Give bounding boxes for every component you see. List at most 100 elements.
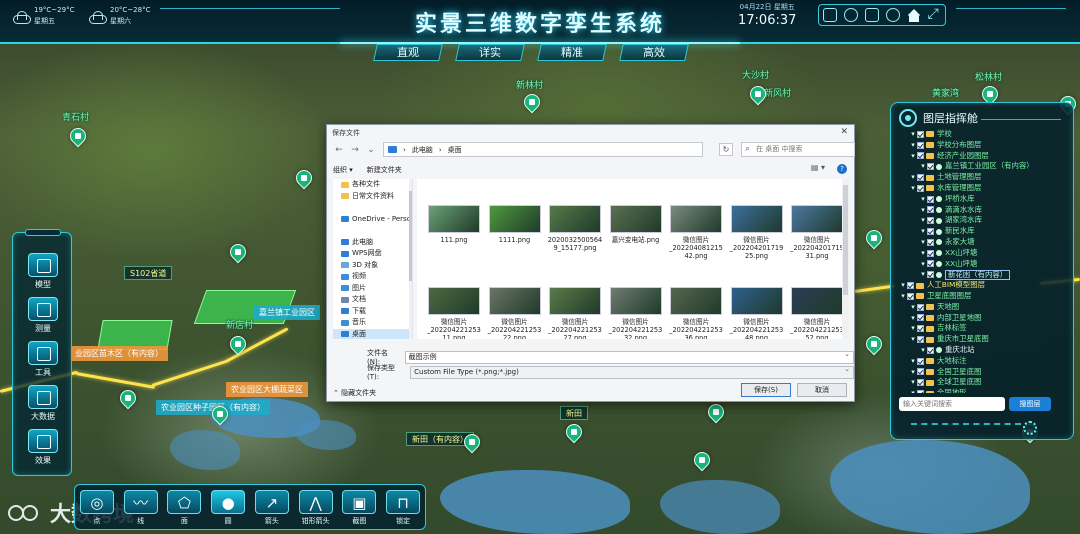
expand-toggle-icon[interactable]: ▾ <box>899 280 907 291</box>
village-marker-icon[interactable] <box>66 124 90 148</box>
layer-tree-item[interactable]: ▾ 学校 <box>899 129 1069 140</box>
nav-item[interactable]: 音乐 <box>333 317 412 329</box>
map-label[interactable]: 新田 <box>560 406 588 420</box>
nav-item[interactable]: 视频 <box>333 271 412 283</box>
layer-tree-item[interactable]: ▾ 土地管理图层 <box>899 172 1069 183</box>
nav-item[interactable]: 3D 对象 <box>333 260 412 272</box>
file-item[interactable]: 微信图片 _202204221253 27.png <box>546 287 604 339</box>
nav-scrollbar[interactable] <box>409 179 412 339</box>
layer-tree-item[interactable]: ▾ 天地图 <box>899 302 1069 313</box>
expand-toggle-icon[interactable]: ▾ <box>909 129 917 140</box>
address-path[interactable]: › 此电脑 › 桌面 <box>383 142 703 157</box>
layer-checkbox[interactable] <box>907 292 914 300</box>
expand-toggle-icon[interactable]: ▾ <box>909 367 917 378</box>
forward-arrow-icon[interactable]: → <box>349 145 361 155</box>
layer-tree-item[interactable]: ▾ 全球卫星底图 <box>899 377 1069 388</box>
layer-tree-item[interactable]: ▾ XX山坪塘 <box>899 248 1069 259</box>
layer-checkbox[interactable] <box>917 152 924 160</box>
layer-checkbox[interactable] <box>917 141 924 149</box>
layer-tree-item[interactable]: ▾ 人工BIM模型图层 <box>899 280 1069 291</box>
greenhouse-label[interactable]: 农业园区大棚蔬菜区 <box>226 382 308 397</box>
layer-tree-item[interactable]: ▾ 内部卫星地图 <box>899 313 1069 324</box>
nav-item[interactable] <box>333 225 412 237</box>
expand-toggle-icon[interactable]: ▾ <box>919 237 927 248</box>
layer-checkbox[interactable] <box>927 217 934 225</box>
expand-toggle-icon[interactable]: ▾ <box>919 215 927 226</box>
village-marker-icon[interactable] <box>116 386 140 410</box>
effects-button[interactable]: 效果 <box>21 429 65 466</box>
file-item[interactable]: 微信图片 _202204221253 48.png <box>728 287 786 339</box>
layer-tree-item[interactable]: ▾ 新民水库 <box>899 226 1069 237</box>
back-arrow-icon[interactable]: ← <box>333 145 345 155</box>
expand-toggle-icon[interactable]: ▾ <box>909 302 917 313</box>
tab-detailed[interactable]: 详实 <box>455 44 525 61</box>
draw-pincer-arrow-button[interactable]: ⋀ 钳形箭头 <box>297 490 335 526</box>
file-item[interactable]: 微信图片 _202204221253 36.png <box>667 287 725 339</box>
expand-toggle-icon[interactable]: ▾ <box>909 334 917 345</box>
expand-toggle-icon[interactable]: ▾ <box>919 161 927 172</box>
expand-toggle-icon[interactable]: ▾ <box>909 313 917 324</box>
layer-tree-item[interactable]: ▾ 全国地形 <box>899 388 1069 393</box>
layer-tree-item[interactable]: ▾ 湖家湾水库 <box>899 215 1069 226</box>
expand-toggle-icon[interactable]: ▾ <box>919 248 927 259</box>
gear-icon[interactable] <box>1023 421 1037 435</box>
layer-checkbox[interactable] <box>927 195 934 203</box>
layers-icon[interactable] <box>885 8 900 22</box>
location-icon[interactable] <box>864 8 879 22</box>
layer-checkbox[interactable] <box>917 357 924 365</box>
expand-toggle-icon[interactable]: ▾ <box>909 323 917 334</box>
refresh-icon[interactable]: ↻ <box>719 143 733 156</box>
expand-toggle-icon[interactable]: ▾ <box>919 194 927 205</box>
layer-checkbox[interactable] <box>917 336 924 344</box>
filetype-select[interactable]: Custom File Type (*.png;*.jpg) <box>410 364 854 379</box>
breadcrumb-item[interactable]: 桌面 <box>448 145 462 155</box>
layer-checkbox[interactable] <box>917 379 924 387</box>
layer-tree-item[interactable]: ▾ 经济产业园图层 <box>899 151 1069 162</box>
layer-tree-item[interactable]: ▾ 永家大塘 <box>899 237 1069 248</box>
layer-tree-item[interactable]: ▾ 嘉兰镇工业园区（有内容） <box>899 161 1069 172</box>
nursery-label[interactable]: 业园区苗木区（有内容） <box>70 346 168 361</box>
nav-item[interactable]: 下载 <box>333 306 412 318</box>
folder-search-input[interactable]: 在 桌面 中搜索 <box>741 142 855 157</box>
shield-icon[interactable] <box>822 8 837 22</box>
industrial-park-label[interactable]: 嘉兰镇工业园区 <box>254 305 320 320</box>
new-folder-button[interactable]: 新建文件夹 <box>367 165 402 175</box>
nav-item[interactable]: 图片 <box>333 283 412 295</box>
expand-toggle-icon[interactable]: ▾ <box>909 356 917 367</box>
breadcrumb-item[interactable]: 此电脑 <box>412 145 433 155</box>
draw-polygon-button[interactable]: ⬠ 面 <box>165 490 203 526</box>
file-item[interactable]: 111.png <box>425 205 483 244</box>
layer-checkbox[interactable] <box>917 184 924 192</box>
layer-checkbox[interactable] <box>927 206 934 214</box>
layer-checkbox[interactable] <box>907 282 914 290</box>
layer-tree-item[interactable]: ▾ 重庆北站 <box>899 345 1069 356</box>
village-marker-icon[interactable] <box>226 240 250 264</box>
layer-checkbox[interactable] <box>927 346 934 354</box>
cancel-button[interactable]: 取消 <box>797 383 847 397</box>
layer-tree-item[interactable]: ▾ XX山坪塘 <box>899 259 1069 270</box>
tools-button[interactable]: 工具 <box>21 341 65 378</box>
view-options-icon[interactable]: ▤ ▾ <box>811 163 825 172</box>
layer-tree-item[interactable]: ▾ 新花凼（有内容） <box>899 269 1069 280</box>
layer-checkbox[interactable] <box>917 303 924 311</box>
draw-arrow-button[interactable]: ↗ 箭头 <box>253 490 291 526</box>
hide-folders-toggle[interactable]: 隐藏文件夹 <box>333 388 376 398</box>
layer-checkbox[interactable] <box>927 249 934 257</box>
layer-tree-item[interactable]: ▾ 卫星底图图层 <box>899 291 1069 302</box>
layer-checkbox[interactable] <box>927 228 934 236</box>
save-button[interactable]: 保存(S) <box>741 383 791 397</box>
expand-toggle-icon[interactable]: ▾ <box>909 151 917 162</box>
expand-toggle-icon[interactable]: ▾ <box>919 205 927 216</box>
village-marker-icon[interactable] <box>704 400 728 424</box>
tab-efficient[interactable]: 高效 <box>619 44 689 61</box>
village-marker-icon[interactable] <box>562 420 586 444</box>
recent-dropdown-icon[interactable]: ⌄ <box>365 145 377 155</box>
expand-toggle-icon[interactable]: ▾ <box>919 259 927 270</box>
layer-checkbox[interactable] <box>927 271 934 279</box>
expand-toggle-icon[interactable]: ▾ <box>909 377 917 388</box>
bigdata-button[interactable]: 大数据 <box>21 385 65 422</box>
compass-icon[interactable] <box>843 8 858 22</box>
layer-search-button[interactable]: 搜图层 <box>1009 397 1051 411</box>
draw-circle-button[interactable]: ● 圆 <box>209 490 247 526</box>
layer-tree-item[interactable]: ▾ 坪桥水库 <box>899 194 1069 205</box>
